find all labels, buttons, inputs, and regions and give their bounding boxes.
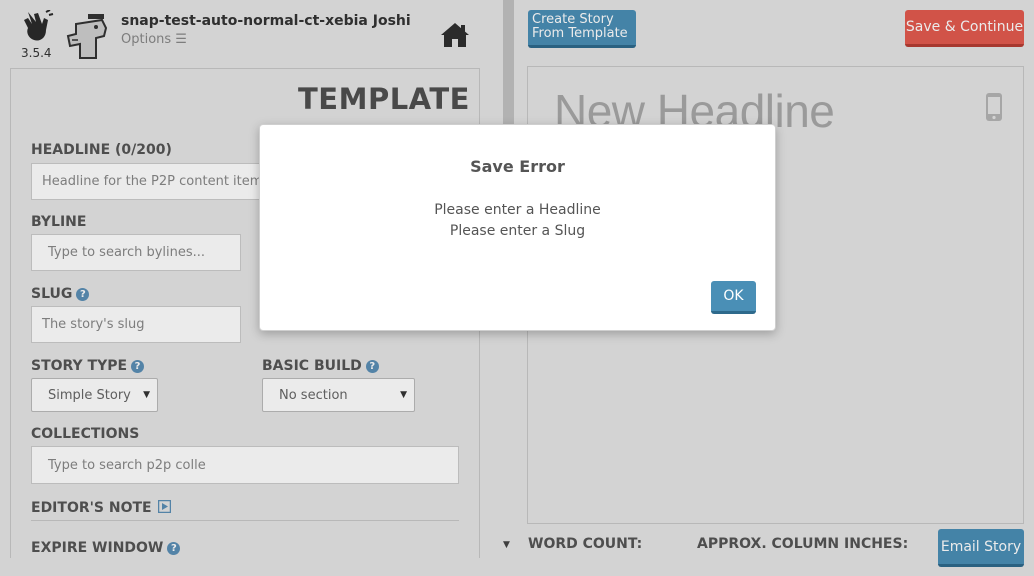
save-error-dialog: Save Error Please enter a Headline Pleas… bbox=[259, 124, 776, 331]
dialog-message-headline: Please enter a Headline bbox=[434, 202, 601, 218]
dialog-title: Save Error bbox=[470, 157, 565, 176]
dialog-message-slug: Please enter a Slug bbox=[449, 223, 586, 239]
ok-button[interactable]: OK bbox=[711, 281, 756, 314]
